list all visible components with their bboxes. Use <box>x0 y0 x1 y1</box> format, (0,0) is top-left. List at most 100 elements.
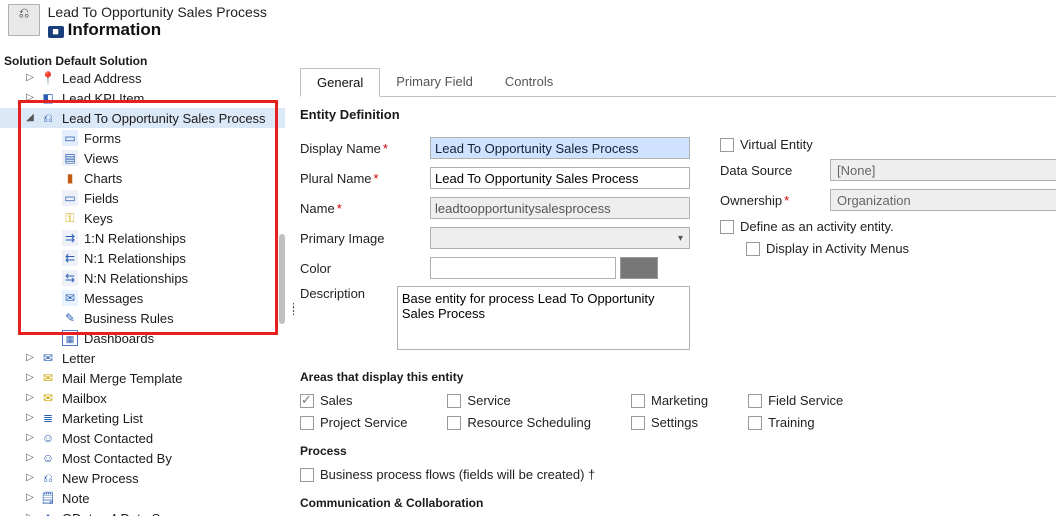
expand-icon[interactable]: ▷ <box>24 432 36 444</box>
expand-icon[interactable]: ▷ <box>24 472 36 484</box>
entity-icon: ⎌ <box>40 470 56 486</box>
label-color: Color <box>300 261 430 276</box>
expand-icon[interactable]: ▷ <box>24 412 36 424</box>
label-plural-name: Plural Name <box>300 171 430 186</box>
tree-child-dashboards[interactable]: ▦Dashboards <box>0 328 285 348</box>
input-color[interactable] <box>430 257 616 279</box>
dashboards-icon: ▦ <box>62 330 78 346</box>
entity-icon: 📍 <box>40 70 56 86</box>
tree-child-business-rules[interactable]: ✎Business Rules <box>0 308 285 328</box>
label-display-activity: Display in Activity Menus <box>766 241 909 256</box>
tab-primary-field[interactable]: Primary Field <box>380 68 489 96</box>
input-plural-name[interactable] <box>430 167 690 189</box>
messages-icon: ✉ <box>62 290 78 306</box>
entity-icon: ✉ <box>40 370 56 386</box>
checkbox-area-resource-scheduling[interactable] <box>447 416 461 430</box>
label-virtual-entity: Virtual Entity <box>740 137 813 152</box>
entity-icon: ◧ <box>40 90 56 106</box>
forms-icon: ▭ <box>62 130 78 146</box>
checkbox-area-settings[interactable] <box>631 416 645 430</box>
tree-item[interactable]: ▷☺Most Contacted By <box>0 448 285 468</box>
tree-item[interactable]: ▷✉Mail Merge Template <box>0 368 285 388</box>
expand-icon[interactable]: ▷ <box>24 72 36 84</box>
checkbox-area-field-service[interactable] <box>748 394 762 408</box>
tree-child-charts[interactable]: ▮Charts <box>0 168 285 188</box>
checkbox-virtual-entity[interactable] <box>720 138 734 152</box>
tree-item[interactable]: ▷✉Mailbox <box>0 388 285 408</box>
label-define-activity: Define as an activity entity. <box>740 219 894 234</box>
page-title: ■Information <box>48 20 267 40</box>
tree-child-rel-nn[interactable]: ⇆N:N Relationships <box>0 268 285 288</box>
checkbox-bpf[interactable] <box>300 468 314 482</box>
tree-item[interactable]: ▷≣Marketing List <box>0 408 285 428</box>
textarea-description[interactable] <box>397 286 690 350</box>
tree-child-messages[interactable]: ✉Messages <box>0 288 285 308</box>
fields-icon: ▭ <box>62 190 78 206</box>
info-icon: ■ <box>48 26 64 38</box>
label-description: Description <box>300 286 397 301</box>
expand-icon[interactable]: ▷ <box>24 392 36 404</box>
checkbox-area-training[interactable] <box>748 416 762 430</box>
select-data-source[interactable]: [None]▾ <box>830 159 1056 181</box>
rel-icon: ⇉ <box>62 230 78 246</box>
section-areas: Areas that display this entity <box>300 370 1056 384</box>
select-primary-image[interactable]: ▾ <box>430 227 690 249</box>
section-entity-definition: Entity Definition <box>300 107 1056 122</box>
tree-item-selected[interactable]: ◢⎌Lead To Opportunity Sales Process <box>0 108 285 128</box>
tree-child-fields[interactable]: ▭Fields <box>0 188 285 208</box>
entity-icon: ≣ <box>40 410 56 426</box>
entity-header-icon: ⎌ <box>8 4 40 36</box>
tree-child-views[interactable]: ▤Views <box>0 148 285 168</box>
expand-icon[interactable]: ▷ <box>24 452 36 464</box>
tree-item[interactable]: ▷✉Letter <box>0 348 285 368</box>
label-data-source: Data Source <box>720 163 830 178</box>
tree-item[interactable]: ▷⎌New Process <box>0 468 285 488</box>
solution-tree[interactable]: ▷📍Lead Address ▷◧Lead KPI Item ◢⎌Lead To… <box>0 64 285 516</box>
entity-icon: ◆ <box>40 510 56 516</box>
expand-icon[interactable]: ▷ <box>24 372 36 384</box>
entity-icon: ✉ <box>40 390 56 406</box>
tree-child-keys[interactable]: ⚿Keys <box>0 208 285 228</box>
checkbox-area-project-service[interactable] <box>300 416 314 430</box>
expand-icon[interactable]: ▷ <box>24 492 36 504</box>
checkbox-area-marketing[interactable] <box>631 394 645 408</box>
rules-icon: ✎ <box>62 310 78 326</box>
tree-item[interactable]: ▷☺Most Contacted <box>0 428 285 448</box>
tab-general[interactable]: General <box>300 68 380 97</box>
color-swatch[interactable] <box>620 257 658 279</box>
tree-item[interactable]: ▷◆OData v4 Data Source <box>0 508 285 516</box>
entity-icon: ⎌ <box>40 110 56 126</box>
expand-icon[interactable]: ▷ <box>24 92 36 104</box>
tree-item[interactable]: ▷◧Lead KPI Item <box>0 88 285 108</box>
checkbox-display-activity[interactable] <box>746 242 760 256</box>
breadcrumb: Lead To Opportunity Sales Process <box>48 4 267 20</box>
select-ownership[interactable]: Organization▾ <box>830 189 1056 211</box>
label-ownership: Ownership <box>720 193 830 208</box>
tab-controls[interactable]: Controls <box>489 68 569 96</box>
rel-icon: ⇇ <box>62 250 78 266</box>
expand-icon[interactable]: ▷ <box>24 352 36 364</box>
splitter-handle[interactable]: ⋮⋮ <box>288 307 299 313</box>
label-bpf: Business process flows (fields will be c… <box>320 467 595 482</box>
rel-icon: ⇆ <box>62 270 78 286</box>
collapse-icon[interactable]: ◢ <box>24 112 36 124</box>
keys-icon: ⚿ <box>62 210 78 226</box>
scrollbar-thumb[interactable] <box>279 234 285 324</box>
tree-child-rel-1n[interactable]: ⇉1:N Relationships <box>0 228 285 248</box>
tree-child-forms[interactable]: ▭Forms <box>0 128 285 148</box>
entity-icon: 🗒 <box>40 490 56 506</box>
label-display-name: Display Name <box>300 141 430 156</box>
entity-icon: ☺ <box>40 430 56 446</box>
checkbox-area-sales[interactable] <box>300 394 314 408</box>
input-display-name[interactable] <box>430 137 690 159</box>
section-communication: Communication & Collaboration <box>300 496 1056 510</box>
checkbox-area-service[interactable] <box>447 394 461 408</box>
label-primary-image: Primary Image <box>300 231 430 246</box>
entity-icon: ☺ <box>40 450 56 466</box>
tree-item[interactable]: ▷📍Lead Address <box>0 68 285 88</box>
section-process: Process <box>300 444 1056 458</box>
expand-icon[interactable]: ▷ <box>24 512 36 516</box>
checkbox-define-activity[interactable] <box>720 220 734 234</box>
tree-child-rel-n1[interactable]: ⇇N:1 Relationships <box>0 248 285 268</box>
tree-item[interactable]: ▷🗒Note <box>0 488 285 508</box>
